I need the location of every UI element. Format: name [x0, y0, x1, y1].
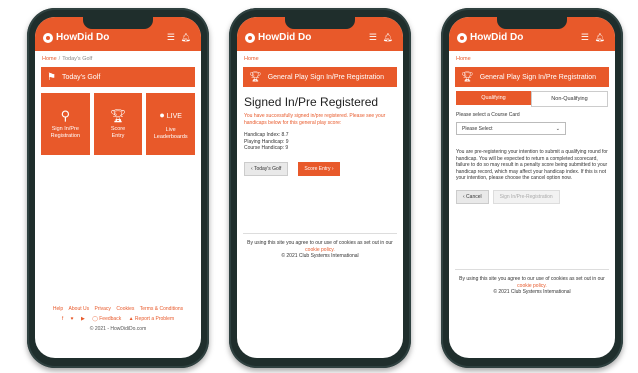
- brand-name: HowDid Do: [258, 32, 312, 43]
- youtube-icon[interactable]: ▶: [81, 316, 85, 322]
- howdido-logo[interactable]: HowDid Do: [245, 32, 311, 43]
- todays-golf-button[interactable]: ‹ Today's Golf: [244, 161, 289, 176]
- select-value: Please Select: [462, 125, 493, 132]
- tile-label-2: Leaderboards: [153, 133, 188, 140]
- bell-icon[interactable]: 🔔︎: [181, 33, 191, 42]
- breadcrumb: Home / Today's Golf: [35, 51, 201, 67]
- facebook-icon[interactable]: f: [62, 316, 63, 322]
- handicap-list: Handicap Index: 8.7 Playing Handicap: 9 …: [244, 132, 396, 152]
- action-buttons: ‹ Today's Golf Score Entry ›: [244, 161, 396, 176]
- pre-registration-notice: You are pre-registering your intention t…: [456, 149, 608, 181]
- qualifying-tab[interactable]: Qualifying: [456, 91, 531, 105]
- score-entry-button[interactable]: Score Entry ›: [298, 161, 340, 176]
- footer-links: Help About Us Privacy Cookies Terms & Co…: [35, 306, 201, 312]
- breadcrumb-home[interactable]: Home: [244, 56, 259, 62]
- cookie-notice: By using this site you agree to our use …: [243, 233, 397, 260]
- footer-link-cookies[interactable]: Cookies: [116, 306, 134, 312]
- tile-label-1: Sign In/Pre: [51, 126, 79, 132]
- twitter-icon[interactable]: ♥: [71, 316, 74, 322]
- score-entry-tile[interactable]: 🏆︎ Score Entry: [93, 93, 143, 155]
- banner-title: Today's Golf: [61, 73, 101, 81]
- cookie-notice: By using this site you agree to our use …: [455, 269, 609, 296]
- phone-notch: [497, 17, 567, 29]
- logo-mark-icon: [457, 32, 467, 43]
- tile-label-2: Entry: [111, 133, 125, 139]
- qualifying-toggle: Qualifying Non-Qualifying: [456, 91, 608, 107]
- phone-notch: [285, 17, 355, 29]
- bell-icon[interactable]: 🔔︎: [383, 33, 393, 42]
- course-handicap: Course Handicap: 9: [244, 145, 289, 151]
- feedback-link[interactable]: ◯ Feedback: [92, 316, 121, 322]
- howdido-logo[interactable]: HowDid Do: [43, 32, 109, 43]
- copyright: © 2021 Club Systems International: [493, 289, 571, 295]
- banner-title: General Play Sign In/Pre Registration: [267, 73, 385, 81]
- cookie-text: By using this site you agree to our use …: [247, 240, 393, 246]
- trophy-icon: 🏆︎: [109, 108, 127, 123]
- bell-icon[interactable]: 🔔︎: [595, 33, 605, 42]
- live-dot-icon: ●: [159, 109, 165, 120]
- phone-2: HowDid Do ☰ 🔔︎ Home 🏆︎ General Play Sign …: [229, 8, 411, 368]
- breadcrumb-home[interactable]: Home: [456, 56, 471, 62]
- footer-link-privacy[interactable]: Privacy: [95, 306, 111, 312]
- trophy-icon: 🏆︎: [249, 71, 262, 83]
- phone-3-screen: HowDid Do ☰ 🔔︎ Home 🏆︎ General Play Sign …: [449, 17, 615, 358]
- footer-link-help[interactable]: Help: [53, 306, 63, 312]
- breadcrumb-home[interactable]: Home: [42, 56, 57, 62]
- breadcrumb-current: Today's Golf: [62, 56, 93, 62]
- general-play-banner: 🏆︎ General Play Sign In/Pre Registration: [455, 67, 609, 87]
- brand-name: HowDid Do: [470, 32, 524, 43]
- flag-icon: ⚑: [47, 71, 56, 83]
- tile-label-1: Live: [165, 126, 176, 133]
- howdido-logo[interactable]: HowDid Do: [457, 32, 523, 43]
- action-buttons: ‹ Cancel Sign In/Pre-Registration: [456, 189, 608, 204]
- footer-social: f ♥ ▶ ◯ Feedback ▲ Report a Problem: [35, 316, 201, 322]
- action-tiles: ⚲ Sign In/Pre Registration 🏆︎ Score Entr…: [41, 93, 196, 155]
- breadcrumb: Home: [449, 51, 615, 67]
- non-qualifying-tab[interactable]: Non-Qualifying: [531, 91, 608, 107]
- trophy-icon: 🏆︎: [461, 71, 474, 83]
- footer-link-about[interactable]: About Us: [69, 306, 90, 312]
- footer-copyright: © 2021 - HowDidiDo.com: [89, 326, 147, 332]
- phone-3: HowDid Do ☰ 🔔︎ Home 🏆︎ General Play Sign …: [441, 8, 623, 368]
- course-card-select[interactable]: Please Select ⌄: [456, 122, 566, 135]
- cancel-button[interactable]: ‹ Cancel: [456, 189, 489, 204]
- success-message: You have successfully signed in/pre regi…: [244, 113, 386, 126]
- live-indicator: ● LIVE: [159, 108, 182, 124]
- phone-1-screen: HowDid Do ☰ 🔔︎ Home / Today's Golf ⚑ Today'…: [35, 17, 201, 358]
- cookie-policy-link[interactable]: cookie policy.: [517, 283, 547, 289]
- chevron-down-icon: ⌄: [555, 125, 560, 132]
- hamburger-menu-icon[interactable]: ☰: [581, 33, 589, 42]
- logo-mark-icon: [43, 32, 53, 43]
- sign-in-pre-registration-button[interactable]: Sign In/Pre-Registration: [492, 189, 560, 204]
- brand-name: HowDid Do: [56, 32, 110, 43]
- copyright: © 2021 Club Systems International: [281, 253, 359, 259]
- cookie-text: By using this site you agree to our use …: [459, 276, 605, 282]
- live-label: LIVE: [166, 112, 182, 120]
- phone-notch: [83, 17, 153, 29]
- tile-label-2: Registration: [50, 133, 81, 139]
- report-problem-link[interactable]: ▲ Report a Problem: [129, 316, 175, 322]
- logo-mark-icon: [245, 32, 255, 43]
- general-play-banner: 🏆︎ General Play Sign In/Pre Registration: [243, 67, 397, 87]
- sign-in-tile[interactable]: ⚲ Sign In/Pre Registration: [41, 93, 90, 155]
- tile-label-1: Score: [110, 126, 126, 132]
- todays-golf-banner: ⚑ Today's Golf: [41, 67, 195, 87]
- footer-link-terms[interactable]: Terms & Conditions: [140, 306, 183, 312]
- phone-1: HowDid Do ☰ 🔔︎ Home / Today's Golf ⚑ Today'…: [27, 8, 209, 368]
- cookie-policy-link[interactable]: cookie policy.: [305, 247, 335, 253]
- breadcrumb-separator: /: [58, 56, 61, 62]
- phone-2-screen: HowDid Do ☰ 🔔︎ Home 🏆︎ General Play Sign …: [237, 17, 403, 358]
- hamburger-menu-icon[interactable]: ☰: [369, 33, 377, 42]
- page-title: Signed In/Pre Registered: [244, 95, 379, 109]
- location-pin-icon: ⚲: [60, 108, 71, 123]
- banner-title: General Play Sign In/Pre Registration: [479, 73, 597, 81]
- hamburger-menu-icon[interactable]: ☰: [167, 33, 175, 42]
- course-card-label: Please select a Course Card: [456, 112, 520, 118]
- breadcrumb: Home: [237, 51, 403, 67]
- live-leaderboards-tile[interactable]: ● LIVE Live Leaderboards: [146, 93, 196, 155]
